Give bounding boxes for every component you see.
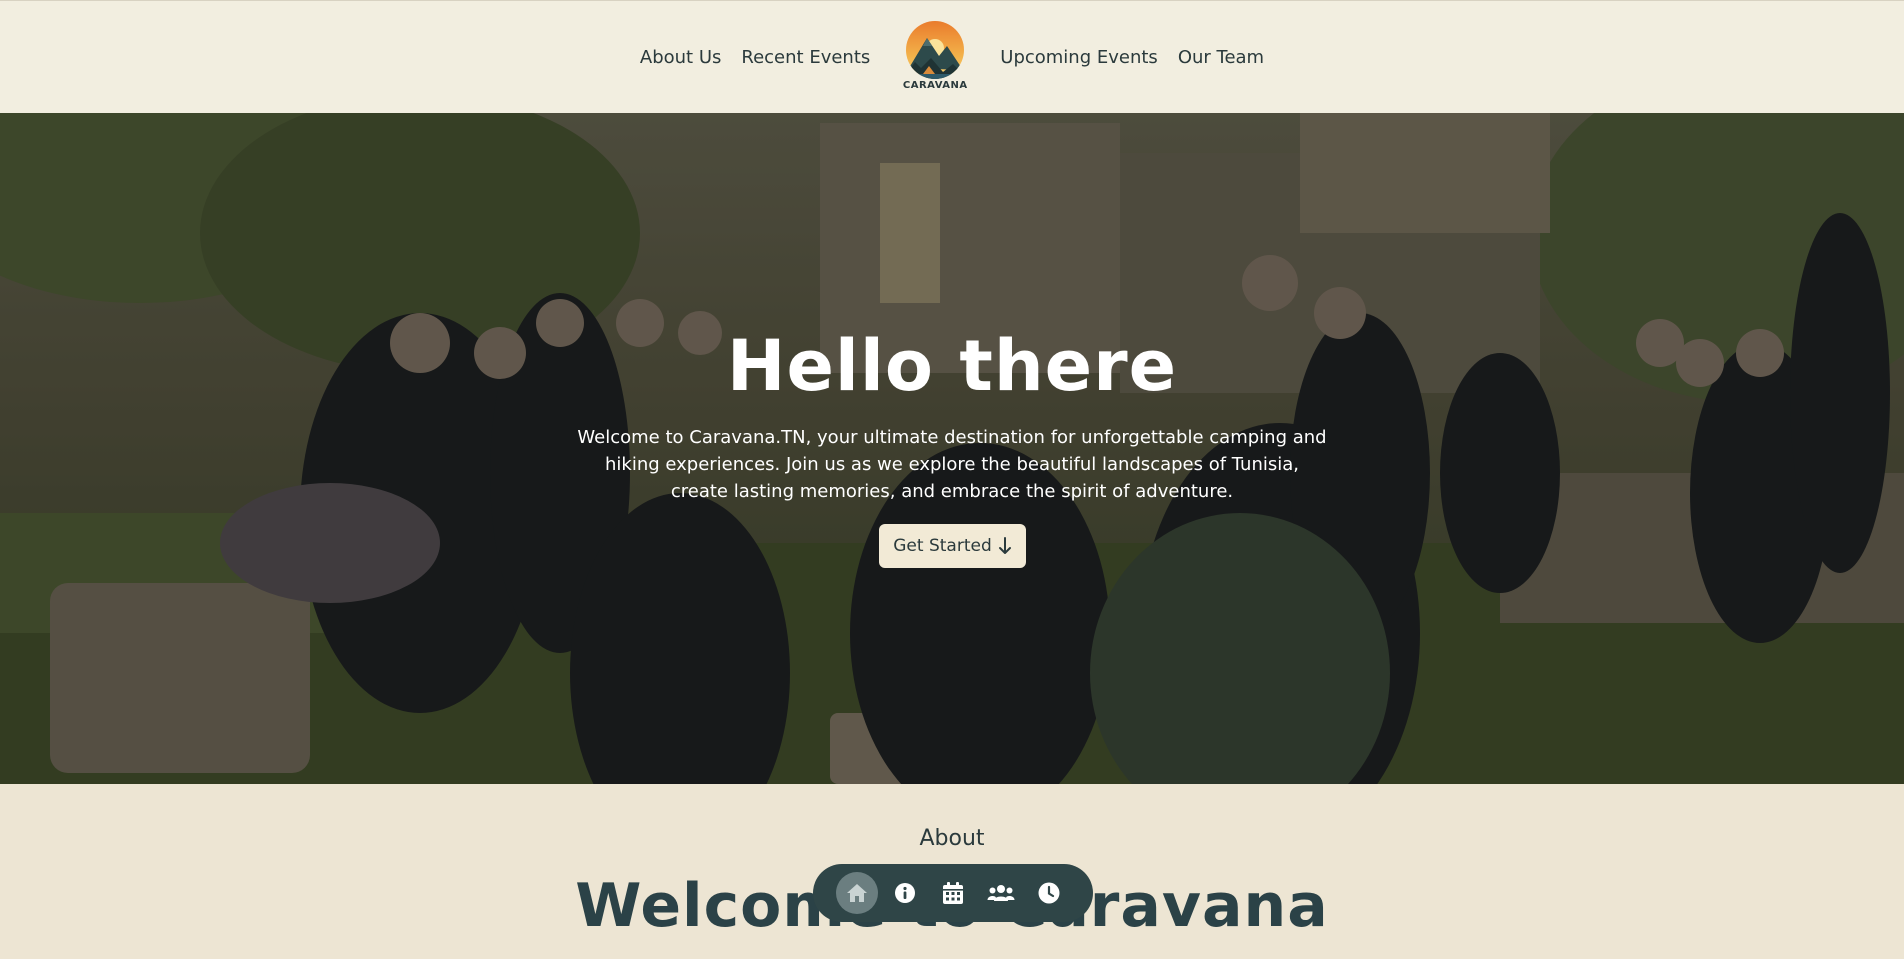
- home-icon: [847, 884, 867, 902]
- get-started-button[interactable]: Get Started: [879, 524, 1026, 568]
- site-header: About Us Recent Events CARAVANA Upcoming…: [0, 0, 1904, 113]
- nav-our-team[interactable]: Our Team: [1168, 47, 1274, 68]
- dock-team-button[interactable]: [980, 872, 1022, 914]
- users-icon: [987, 885, 1015, 901]
- hero-content: Hello there Welcome to Caravana.TN, your…: [0, 113, 1904, 784]
- calendar-icon: [943, 882, 963, 904]
- about-label: About: [919, 826, 985, 851]
- get-started-label: Get Started: [893, 536, 992, 556]
- nav-about-us[interactable]: About Us: [630, 47, 732, 68]
- floating-dock-nav: [813, 864, 1093, 922]
- info-icon: [895, 883, 915, 903]
- hero-subtitle: Welcome to Caravana.TN, your ultimate de…: [577, 427, 1327, 502]
- dock-home-button[interactable]: [836, 872, 878, 914]
- dock-history-button[interactable]: [1028, 872, 1070, 914]
- logo-text: CARAVANA: [902, 79, 968, 91]
- dock-calendar-button[interactable]: [932, 872, 974, 914]
- dock-info-button[interactable]: [884, 872, 926, 914]
- main-nav: About Us Recent Events CARAVANA Upcoming…: [0, 1, 1904, 114]
- clock-icon: [1038, 882, 1060, 904]
- caravana-logo[interactable]: CARAVANA: [896, 18, 974, 98]
- nav-recent-events[interactable]: Recent Events: [731, 47, 880, 68]
- hero-section: Hello there Welcome to Caravana.TN, your…: [0, 113, 1904, 784]
- logo-mountain-icon: [906, 20, 965, 79]
- arrow-down-icon: [998, 537, 1011, 554]
- hero-title: Hello there: [726, 325, 1178, 407]
- nav-upcoming-events[interactable]: Upcoming Events: [990, 47, 1168, 68]
